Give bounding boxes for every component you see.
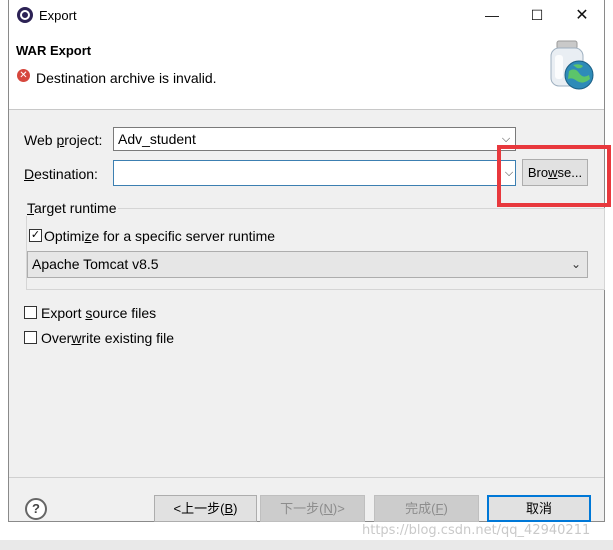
target-runtime-title: Target runtime [25, 200, 119, 216]
web-project-label: Web project: [24, 132, 103, 148]
cancel-button[interactable]: 取消 [487, 495, 591, 522]
finish-button[interactable]: 完成(F) [374, 495, 479, 522]
optimize-checkbox[interactable]: ✓ [29, 229, 42, 242]
wizard-title: WAR Export [16, 43, 92, 58]
export-source-label[interactable]: Export source files [41, 305, 156, 321]
web-project-combo[interactable]: Adv_student ⌵ [113, 127, 516, 151]
minimize-button[interactable]: — [469, 0, 515, 31]
background-editor-right [605, 0, 613, 550]
error-message: Destination archive is invalid. [36, 70, 217, 86]
export-source-checkbox[interactable] [24, 306, 37, 319]
web-project-value: Adv_student [118, 131, 196, 147]
footer-separator [9, 477, 604, 478]
server-runtime-value: Apache Tomcat v8.5 [32, 256, 159, 272]
window-title: Export [39, 8, 77, 23]
eclipse-app-icon [17, 7, 33, 23]
optimize-label[interactable]: Optimize for a specific server runtime [44, 228, 275, 244]
watermark-text: https://blog.csdn.net/qq_42940211 [362, 523, 591, 538]
error-icon: ✕ [17, 69, 30, 82]
wizard-header: WAR Export ✕ Destination archive is inva… [9, 31, 604, 110]
export-dialog: Export — ☐ ✕ WAR Export ✕ Destination ar… [8, 0, 605, 522]
title-bar: Export — ☐ ✕ [9, 0, 604, 31]
help-icon[interactable]: ? [25, 498, 47, 520]
server-runtime-select[interactable]: Apache Tomcat v8.5 ⌄ [27, 251, 588, 278]
war-export-jar-globe-icon [550, 40, 594, 90]
overwrite-checkbox[interactable] [24, 331, 37, 344]
destination-label: Destination: [24, 166, 98, 182]
maximize-button[interactable]: ☐ [514, 0, 560, 31]
highlight-box [497, 145, 611, 207]
chevron-down-icon[interactable]: ⌄ [569, 252, 583, 277]
overwrite-label[interactable]: Overwrite existing file [41, 330, 174, 346]
next-button[interactable]: 下一步(N)> [260, 495, 365, 522]
background-editor-sliver [0, 0, 8, 550]
back-button[interactable]: <上一步(B) [154, 495, 257, 522]
destination-input[interactable] [113, 160, 516, 186]
close-button[interactable]: ✕ [559, 0, 605, 31]
